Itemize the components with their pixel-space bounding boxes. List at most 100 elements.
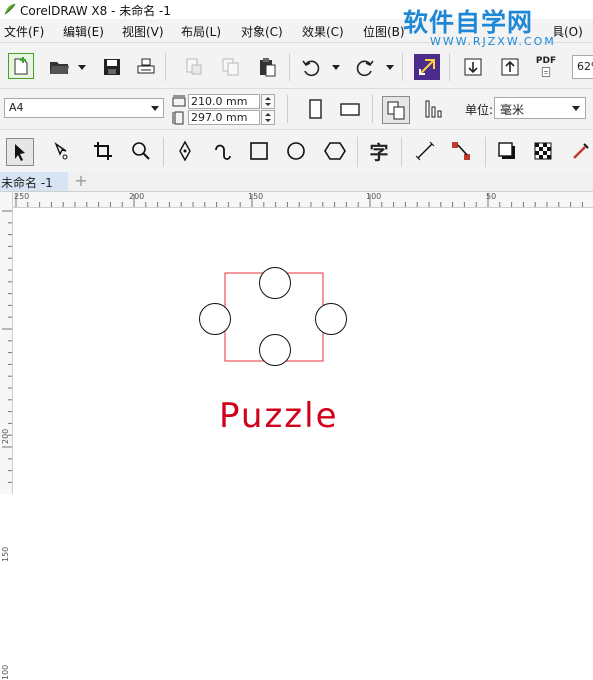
menu-file[interactable]: 文件(F) <box>4 23 44 40</box>
puzzle-drawing[interactable] <box>13 208 593 494</box>
page-height-icon <box>172 111 184 125</box>
page-height-input[interactable]: 297.0 mm <box>188 110 260 125</box>
page-width-spinner[interactable] <box>261 94 275 109</box>
freehand-tool-button[interactable] <box>172 138 198 164</box>
menu-object[interactable]: 对象(C) <box>241 23 283 40</box>
cut-button[interactable] <box>181 54 207 80</box>
artistic-media-button[interactable] <box>210 138 236 164</box>
eyedropper-icon <box>572 143 589 159</box>
export-icon <box>501 58 519 76</box>
menu-layout[interactable]: 布局(L) <box>181 23 221 40</box>
redo-dropdown-caret-icon[interactable] <box>386 65 394 70</box>
unit-caret-icon <box>572 106 580 111</box>
landscape-button[interactable] <box>337 96 363 122</box>
pick-tool-button[interactable] <box>6 138 34 166</box>
zoom-tool-button[interactable] <box>128 138 154 164</box>
crop-icon <box>94 142 112 160</box>
copy-button[interactable] <box>218 54 244 80</box>
save-button[interactable] <box>99 54 125 80</box>
portrait-page-icon <box>309 99 322 119</box>
pointer-icon <box>15 144 25 161</box>
ruler-label-200: 200 <box>129 192 145 201</box>
ruler-label-v-100: 100 <box>1 664 10 680</box>
ruler-label-50: 50 <box>486 192 497 201</box>
pen-nib-icon <box>179 140 191 162</box>
print-button[interactable] <box>133 54 159 80</box>
pdf-icon <box>541 67 551 77</box>
dimension-line-icon <box>415 141 435 161</box>
open-folder-icon <box>50 62 69 74</box>
connector-icon <box>452 142 470 160</box>
connect-icon <box>419 59 435 75</box>
document-tab[interactable]: 未命名 -1 <box>0 172 68 191</box>
dimension-tool-button[interactable] <box>412 138 438 164</box>
corel-connect-button[interactable] <box>414 54 440 80</box>
zoom-level-field[interactable]: 62% <box>572 55 593 79</box>
export-button[interactable] <box>497 54 523 80</box>
import-icon <box>464 58 482 76</box>
new-document-button[interactable] <box>8 53 34 79</box>
all-pages-button[interactable] <box>382 96 410 124</box>
copy-icon <box>222 58 239 76</box>
drop-shadow-button[interactable] <box>494 138 520 164</box>
watermark-title: 软件自学网 <box>403 8 534 37</box>
page-size-caret-icon <box>151 106 159 111</box>
puzzle-circle-right[interactable] <box>315 303 347 335</box>
open-button[interactable] <box>46 54 72 80</box>
paste-button[interactable] <box>254 54 280 80</box>
new-tab-button[interactable]: + <box>72 172 90 190</box>
rectangle-tool-button[interactable] <box>246 138 272 164</box>
document-tab-label: 未命名 -1 <box>1 176 53 190</box>
redo-button[interactable] <box>352 54 378 80</box>
menu-edit[interactable]: 编辑(E) <box>63 23 104 40</box>
page-height-spinner[interactable] <box>261 110 275 125</box>
ruler-label-250: 250 <box>14 192 30 201</box>
page-width-input[interactable]: 210.0 mm <box>188 94 260 109</box>
transparency-button[interactable] <box>530 138 556 164</box>
watermark-url: WWW.RJZXW.COM <box>430 35 556 48</box>
page-size-select[interactable]: A4 <box>4 98 164 118</box>
undo-button[interactable] <box>298 54 324 80</box>
pdf-label: PDF <box>535 56 557 66</box>
hexagon-icon <box>324 142 346 160</box>
page-size-value: A4 <box>9 101 24 114</box>
zoom-magnifier-icon <box>132 142 150 160</box>
vertical-ruler-ticks <box>2 210 12 483</box>
crop-tool-button[interactable] <box>90 138 116 164</box>
horizontal-ruler[interactable]: 250 200 150 100 50 <box>12 192 593 208</box>
connector-tool-button[interactable] <box>448 138 474 164</box>
unit-label: 单位: <box>465 103 494 117</box>
publish-pdf-button[interactable]: PDF <box>533 54 559 80</box>
ruler-label-150: 150 <box>248 192 264 201</box>
vertical-ruler[interactable]: 200 150 100 <box>0 192 13 680</box>
puzzle-circle-bottom[interactable] <box>259 334 291 366</box>
puzzle-circle-left[interactable] <box>199 303 231 335</box>
menu-view[interactable]: 视图(V) <box>122 23 164 40</box>
import-button[interactable] <box>460 54 486 80</box>
unit-select[interactable]: 毫米 <box>494 97 586 119</box>
window-title: CorelDRAW X8 - 未命名 -1 <box>20 4 172 18</box>
ellipse-icon <box>287 142 305 160</box>
checkerboard-icon <box>534 142 552 160</box>
menu-bitmaps[interactable]: 位图(B) <box>363 23 405 40</box>
ruler-label-v-200: 200 <box>1 428 10 444</box>
current-page-button[interactable] <box>420 96 446 122</box>
text-tool-button[interactable]: 字 <box>366 138 392 164</box>
ellipse-tool-button[interactable] <box>283 138 309 164</box>
drawing-canvas[interactable] <box>13 208 593 494</box>
horizontal-ruler-ticks <box>15 194 583 207</box>
eyedropper-button[interactable] <box>568 138 593 164</box>
puzzle-circle-top[interactable] <box>259 267 291 299</box>
portrait-button[interactable] <box>302 96 328 122</box>
undo-dropdown-caret-icon[interactable] <box>332 65 340 70</box>
all-pages-icon <box>387 101 405 120</box>
drop-shadow-icon <box>498 142 515 159</box>
menu-effects[interactable]: 效果(C) <box>302 23 344 40</box>
shape-tool-button[interactable] <box>48 138 74 164</box>
puzzle-text[interactable]: Puzzle <box>219 396 339 436</box>
save-icon <box>104 59 120 75</box>
ruler-label-100: 100 <box>366 192 382 201</box>
polygon-tool-button[interactable] <box>322 138 348 164</box>
open-dropdown-caret-icon[interactable] <box>78 65 86 70</box>
print-icon <box>137 58 155 74</box>
